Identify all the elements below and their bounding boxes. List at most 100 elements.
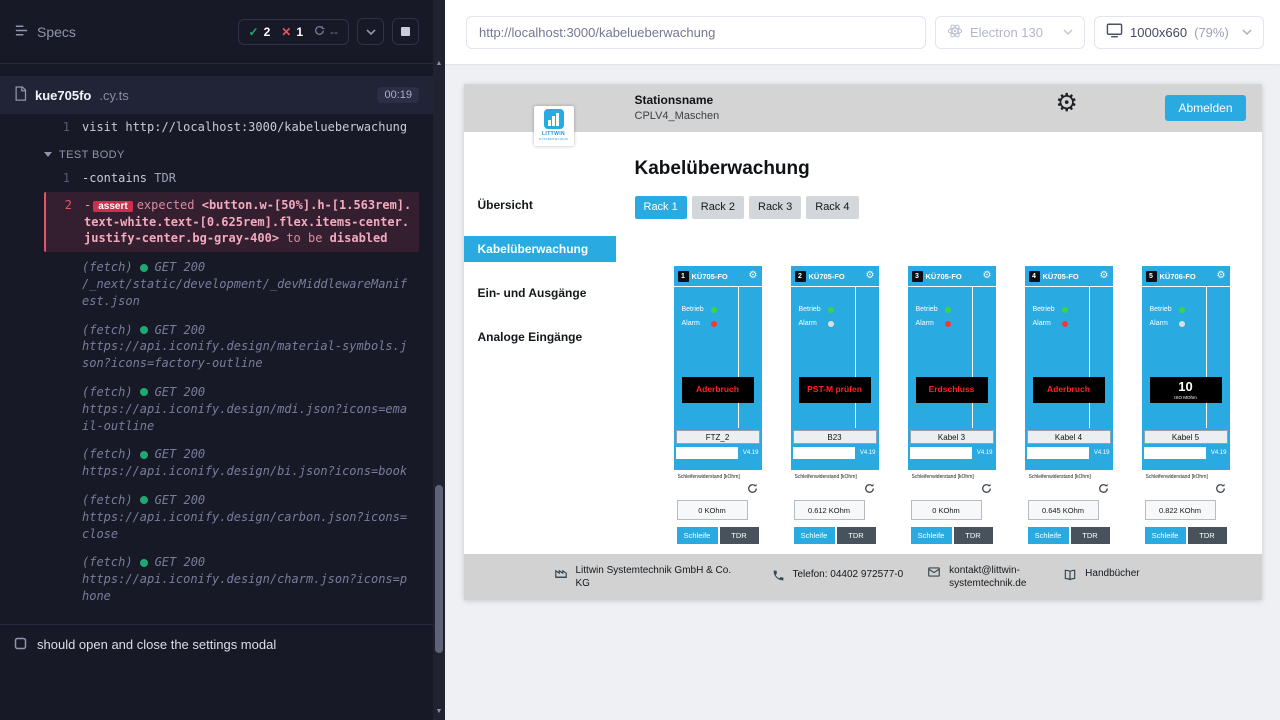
tdr-button[interactable]: TDR	[1188, 527, 1227, 544]
url-input[interactable]	[466, 16, 926, 49]
command-name: visit	[82, 120, 118, 134]
spec-file-name: kue705fo	[35, 88, 91, 103]
scrollbar-thumb[interactable]	[435, 485, 443, 653]
tdr-button[interactable]: TDR	[1071, 527, 1110, 544]
schleife-button[interactable]: Schleife	[1028, 527, 1069, 544]
tdr-button[interactable]: TDR	[720, 527, 759, 544]
scroll-down-icon[interactable]: ▼	[433, 706, 445, 718]
card-header: 1 KÜ705-FO ⚙	[678, 270, 758, 283]
viewport-selector[interactable]: 1000x660 (79%)	[1094, 16, 1264, 49]
success-dot-icon	[140, 451, 148, 459]
sidebar-item-analoge-eingaenge[interactable]: Analoge Eingänge	[464, 324, 616, 350]
cable-name: Kabel 3	[910, 430, 994, 444]
collapse-button[interactable]	[357, 18, 384, 45]
book-icon	[1063, 567, 1077, 587]
gear-icon[interactable]: ⚙	[1100, 270, 1109, 282]
refresh-icon[interactable]	[864, 483, 875, 494]
schleife-button[interactable]: Schleife	[794, 527, 835, 544]
app-body: Übersicht Kabelüberwachung Ein- und Ausg…	[464, 132, 1262, 554]
viewport-icon	[1106, 23, 1123, 41]
command-contains[interactable]: 1 -contains TDR	[44, 165, 419, 192]
betrieb-indicator: Betrieb	[1033, 306, 1068, 313]
command-assert-failed[interactable]: 2 -assertexpected <button.w-[50%].h-[1.5…	[44, 192, 419, 253]
app-footer: Littwin Systemtechnik GmbH & Co. KG Tele…	[464, 554, 1262, 600]
browser-selector[interactable]: Electron 130	[935, 16, 1085, 49]
cable-field	[793, 447, 855, 459]
spec-file-bar[interactable]: kue705fo .cy.ts 00:19	[0, 76, 433, 114]
measurement-panel: Schleifenwiderstand [kOhm] 0.645 KOhm Sc…	[1025, 470, 1113, 548]
success-dot-icon	[140, 326, 148, 334]
tab-rack-1[interactable]: Rack 1	[635, 196, 687, 219]
specs-button[interactable]: Specs	[14, 23, 76, 41]
test-stats: ✓2 ✕1 --	[238, 19, 350, 45]
firmware-version: V4.19	[1094, 450, 1110, 456]
tdr-button[interactable]: TDR	[837, 527, 876, 544]
card-header: 3 KÜ705-FO ⚙	[912, 270, 992, 283]
viewport-size: 1000x660	[1130, 25, 1187, 40]
card-divider-vertical	[1206, 286, 1207, 428]
stop-button[interactable]	[392, 18, 419, 45]
gear-icon[interactable]: ⚙	[983, 270, 992, 282]
factory-icon	[554, 564, 568, 584]
resistance-value: 0.645 KOhm	[1028, 500, 1099, 520]
cable-name: Kabel 4	[1027, 430, 1111, 444]
firmware-version: V4.19	[1211, 450, 1227, 456]
fetch-log-row[interactable]: (fetch)GET 200 https://api.iconify.desig…	[44, 441, 419, 485]
app-under-test: LITTWIN SYSTEMTECHNIK Stationsname CPLV4…	[464, 84, 1262, 600]
card-model: KÜ705-FO	[809, 272, 845, 281]
alarm-indicator: Alarm	[916, 320, 951, 327]
stop-icon	[401, 27, 410, 36]
check-icon: ✓	[249, 25, 259, 39]
next-test-row[interactable]: should open and close the settings modal	[0, 624, 433, 665]
test-body-section[interactable]: TEST BODY	[44, 149, 419, 161]
footer-manuals[interactable]: Handbücher	[1063, 567, 1139, 587]
sidebar-item-uebersicht[interactable]: Übersicht	[464, 192, 616, 218]
measurement-panel: Schleifenwiderstand [kOhm] 0 KOhm Schlei…	[908, 470, 996, 548]
alarm-led	[711, 321, 717, 327]
refresh-icon[interactable]	[981, 483, 992, 494]
fetch-log-row[interactable]: (fetch)GET 200 https://api.iconify.desig…	[44, 487, 419, 547]
schleife-button[interactable]: Schleife	[677, 527, 718, 544]
tdr-button[interactable]: TDR	[954, 527, 993, 544]
cable-field	[910, 447, 972, 459]
resistance-label: Schleifenwiderstand [kOhm]	[795, 474, 875, 481]
gear-icon[interactable]: ⚙	[749, 270, 758, 282]
reporter-scrollbar[interactable]: ▲ ▼	[433, 0, 445, 720]
refresh-icon[interactable]	[1098, 483, 1109, 494]
fetch-log-row[interactable]: (fetch)GET 200 https://api.iconify.desig…	[44, 549, 419, 609]
fetch-log-row[interactable]: (fetch)GET 200 https://api.iconify.desig…	[44, 317, 419, 377]
refresh-icon[interactable]	[1215, 483, 1226, 494]
resistance-value: 0 KOhm	[677, 500, 748, 520]
scroll-up-icon[interactable]: ▲	[433, 58, 445, 70]
specs-menu-icon	[14, 23, 29, 41]
station-info: Stationsname CPLV4_Maschen	[635, 93, 720, 122]
footer-email[interactable]: kontakt@littwin-systemtechnik.de	[927, 564, 1039, 591]
betrieb-led	[1062, 307, 1068, 313]
refresh-icon[interactable]	[747, 483, 758, 494]
schleife-button[interactable]: Schleife	[1145, 527, 1186, 544]
gear-icon[interactable]: ⚙	[866, 270, 875, 282]
fetch-log-row[interactable]: (fetch)GET 200 /_next/static/development…	[44, 254, 419, 314]
sidebar-item-kabelueberwachung[interactable]: Kabelüberwachung	[464, 236, 616, 262]
pending-icon	[314, 25, 325, 39]
tab-rack-3[interactable]: Rack 3	[749, 196, 801, 219]
cable-field	[1144, 447, 1206, 459]
chevron-down-icon	[44, 152, 52, 157]
tab-rack-2[interactable]: Rack 2	[692, 196, 744, 219]
passed-count: ✓2	[249, 25, 271, 39]
card-divider	[1142, 286, 1230, 287]
command-visit[interactable]: 1 visit http://localhost:3000/kabelueber…	[44, 114, 419, 141]
browser-label: Electron 130	[970, 25, 1043, 40]
spec-duration: 00:19	[377, 87, 419, 103]
logout-button[interactable]: Abmelden	[1165, 95, 1245, 121]
gear-icon[interactable]: ⚙	[1217, 270, 1226, 282]
schleife-button[interactable]: Schleife	[911, 527, 952, 544]
fetch-log-row[interactable]: (fetch)GET 200 https://api.iconify.desig…	[44, 379, 419, 439]
sidebar-item-ein-und-ausgaenge[interactable]: Ein- und Ausgänge	[464, 280, 616, 306]
settings-gear-icon[interactable]: ⚙	[1056, 91, 1078, 116]
success-dot-icon	[140, 388, 148, 396]
tab-rack-4[interactable]: Rack 4	[806, 196, 858, 219]
measurement-panel: Schleifenwiderstand [kOhm] 0 KOhm Schlei…	[674, 470, 762, 548]
cable-field	[1027, 447, 1089, 459]
line-number: 1	[48, 170, 70, 187]
